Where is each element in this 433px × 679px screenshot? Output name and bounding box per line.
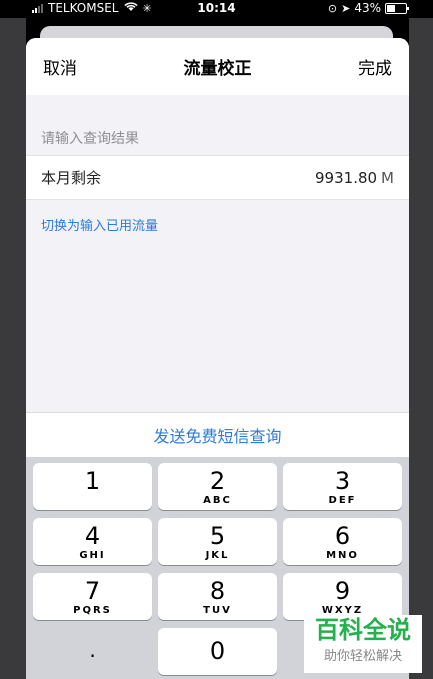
done-button[interactable]: 完成 <box>358 54 392 79</box>
switch-to-used-data-link[interactable]: 切换为输入已用流量 <box>26 200 409 249</box>
page-title: 流量校正 <box>183 59 252 79</box>
watermark-logo: 百科全说 助你轻松解决 <box>304 615 422 673</box>
key-2[interactable]: 2 ABC <box>158 463 277 510</box>
key-0[interactable]: 0 <box>158 628 277 675</box>
background-left-edge <box>0 18 26 679</box>
navigation-bar: 取消 流量校正 完成 <box>26 38 409 95</box>
remaining-data-row[interactable]: 本月剩余 9931.80 M <box>26 155 409 200</box>
key-6[interactable]: 6 MNO <box>283 518 402 565</box>
watermark-title: 百科全说 <box>315 617 411 644</box>
remaining-data-value: 9931.80 <box>315 168 378 187</box>
key-9[interactable]: 9 WXYZ <box>283 573 402 620</box>
remaining-data-value-field[interactable]: 9931.80 M <box>315 169 394 187</box>
location-icon: ➤ <box>341 1 351 15</box>
send-sms-query-button[interactable]: 发送免费短信查询 <box>26 412 409 457</box>
battery-icon <box>385 2 409 14</box>
battery-percent: 43% <box>354 1 381 15</box>
watermark-subtitle: 助你轻松解决 <box>323 648 402 663</box>
remaining-data-label: 本月剩余 <box>41 169 102 187</box>
cancel-button[interactable]: 取消 <box>43 54 77 79</box>
key-3[interactable]: 3 DEF <box>283 463 402 510</box>
key-8[interactable]: 8 TUV <box>158 573 277 620</box>
status-bar: TELKOMSEL ✳ 10:14 ⊙ ➤ 43% <box>0 0 433 18</box>
section-header: 请输入查询结果 <box>41 131 139 147</box>
key-5[interactable]: 5 JKL <box>158 518 277 565</box>
key-1[interactable]: 1 <box>33 463 152 510</box>
background-right-edge <box>409 18 433 679</box>
flow-correction-sheet: 取消 流量校正 完成 请输入查询结果 本月剩余 9931.80 M 切换为输入已… <box>26 38 409 679</box>
key-4[interactable]: 4 GHI <box>33 518 152 565</box>
remaining-data-unit: M <box>381 168 394 187</box>
key-7[interactable]: 7 PQRS <box>33 573 152 620</box>
orientation-lock-icon: ⊙ <box>327 1 338 15</box>
status-right: ⊙ ➤ 43% <box>327 1 409 15</box>
key-decimal[interactable]: . <box>33 628 152 675</box>
